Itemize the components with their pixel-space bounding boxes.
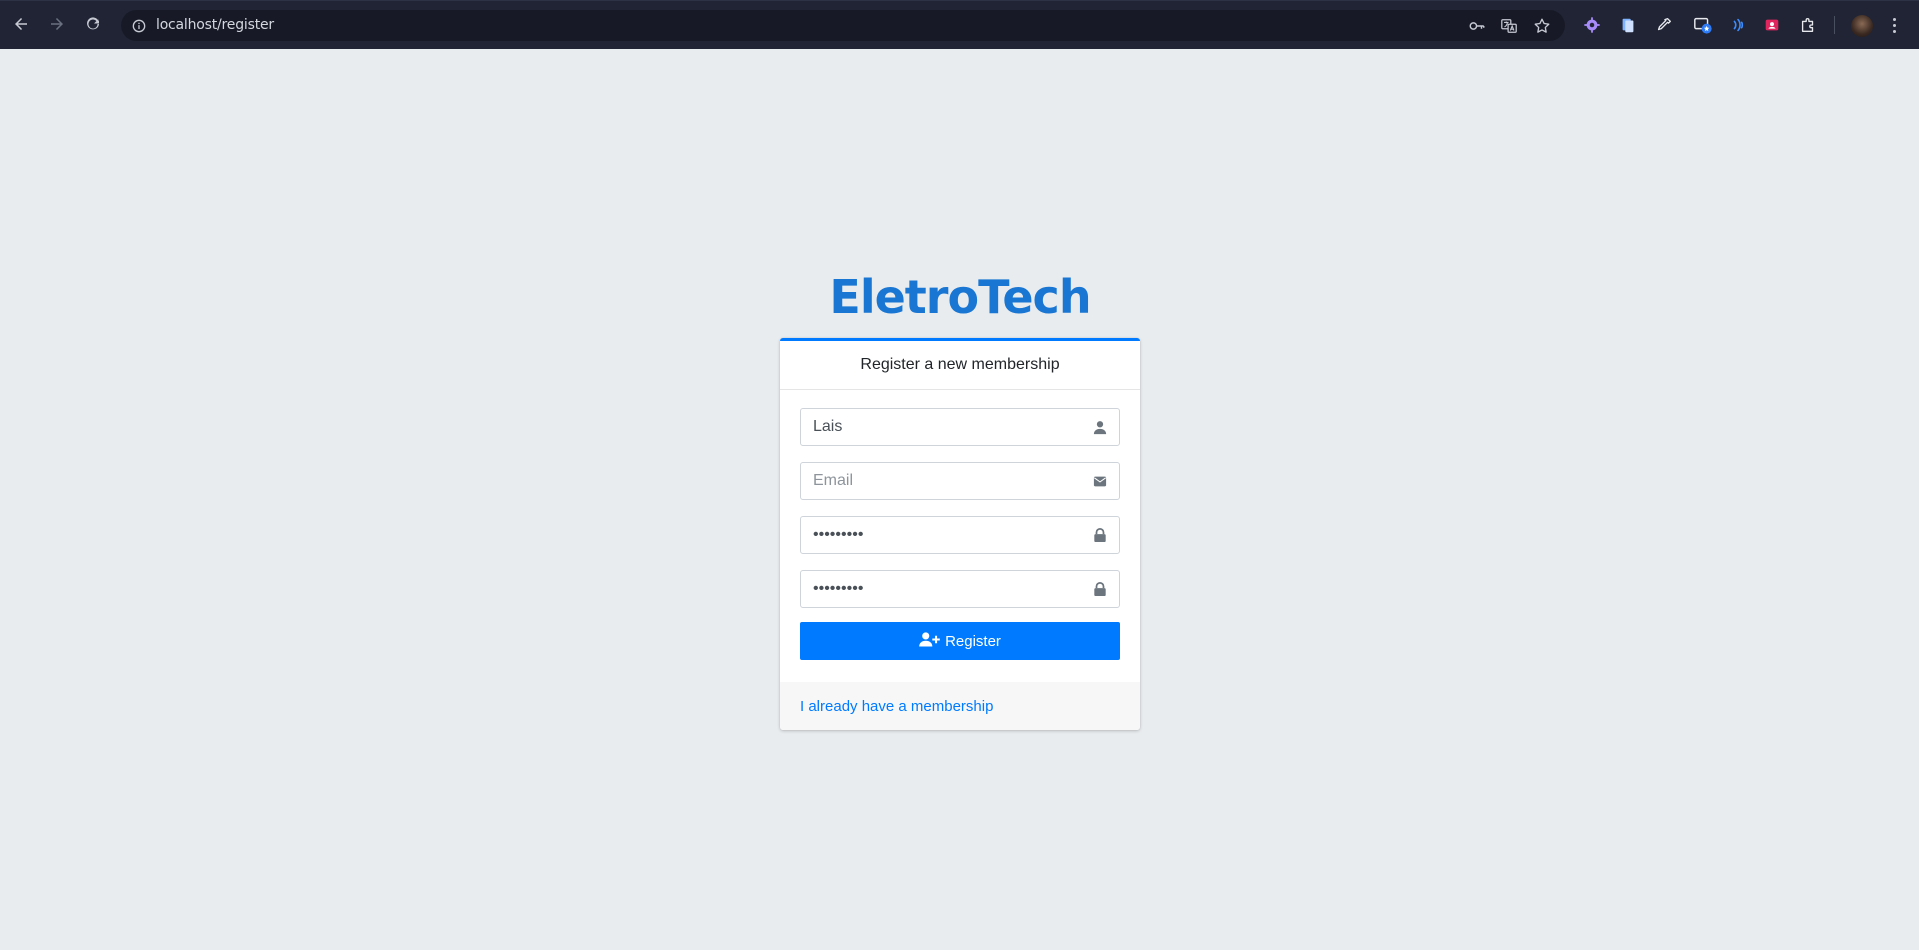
arrow-left-icon: [15, 18, 27, 30]
full-name-input[interactable]: [801, 409, 1083, 445]
user-plus-icon: [919, 631, 940, 651]
envelope-icon: [1092, 473, 1108, 489]
translate-icon[interactable]: [1499, 16, 1519, 36]
forward-button[interactable]: [46, 13, 68, 35]
lock-icon: [1092, 581, 1108, 597]
url-text: localhost/register: [156, 17, 274, 33]
profile-avatar[interactable]: [1851, 15, 1873, 37]
brand-logo[interactable]: EletroTech: [780, 270, 1140, 324]
password-input[interactable]: [801, 517, 1083, 553]
password-key-icon[interactable]: [1467, 16, 1487, 36]
password-confirm-field-group: [800, 570, 1120, 608]
extension-document-icon[interactable]: [1617, 14, 1639, 36]
site-info-icon[interactable]: [129, 16, 148, 35]
user-icon: [1092, 419, 1108, 435]
password-confirm-input[interactable]: [801, 571, 1083, 607]
register-button[interactable]: Register: [800, 622, 1120, 660]
register-card: Register a new membership Lais Email Reg…: [780, 338, 1140, 730]
reload-icon: [87, 17, 99, 30]
register-form: Register: [800, 408, 1120, 660]
card-header-title: Register a new membership: [780, 341, 1140, 390]
back-button[interactable]: [10, 13, 32, 35]
register-button-label: Register: [945, 632, 1001, 650]
full-name-field-group: [800, 408, 1120, 446]
arrow-right-icon: [51, 18, 63, 30]
extension-eyedropper-icon[interactable]: [1653, 14, 1675, 36]
email-field-group: [800, 462, 1120, 500]
reload-button[interactable]: [82, 13, 104, 35]
login-link[interactable]: I already have a membership: [800, 698, 993, 715]
toolbar-divider: [1834, 16, 1835, 34]
extension-gear-icon[interactable]: [1581, 14, 1603, 36]
browser-toolbar: localhost/register: [0, 0, 1919, 49]
extension-contact-icon[interactable]: [1761, 14, 1783, 36]
lock-icon: [1092, 527, 1108, 543]
bookmark-star-icon[interactable]: [1532, 16, 1552, 36]
password-field-group: [800, 516, 1120, 554]
email-input[interactable]: [801, 463, 1083, 499]
card-footer: I already have a membership: [780, 682, 1140, 730]
extension-window-star-icon[interactable]: [1692, 14, 1714, 36]
extensions-puzzle-icon[interactable]: [1797, 14, 1819, 36]
extension-wave-icon[interactable]: [1727, 14, 1749, 36]
address-bar[interactable]: localhost/register: [121, 10, 1565, 41]
browser-menu-icon[interactable]: [1889, 14, 1899, 36]
